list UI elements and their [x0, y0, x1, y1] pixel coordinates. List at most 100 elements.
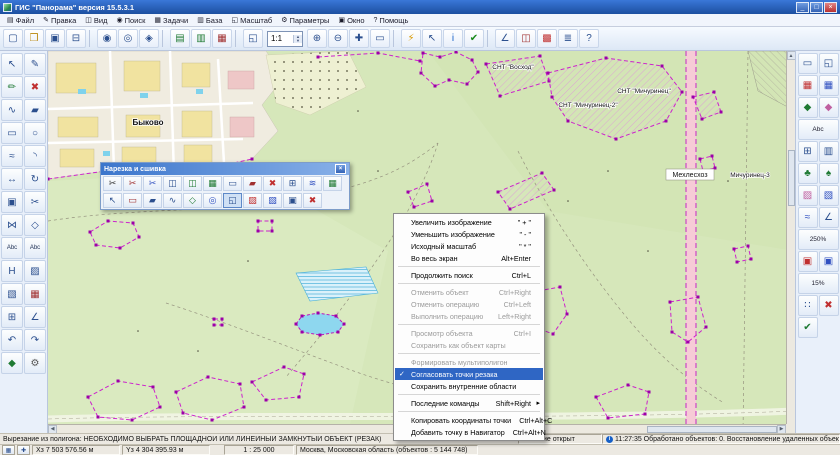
zoom-rect-tool[interactable]: ◱	[819, 53, 839, 74]
hatch-tool[interactable]: ▨	[24, 260, 46, 282]
fill-tool[interactable]: ▧	[1, 283, 23, 305]
cut-object-tool[interactable]: ✂	[24, 191, 46, 213]
redo-tool[interactable]: ↷	[24, 329, 46, 351]
menu-item-save-as-map-object[interactable]: Сохранить как объект карты	[395, 339, 543, 351]
poly-cutter-tool[interactable]: ▰	[143, 193, 162, 208]
stitch-all-tool[interactable]: ▦	[203, 176, 222, 191]
cut-polygon-tool[interactable]: ✂	[103, 176, 122, 191]
toolbar-button[interactable]	[162, 30, 167, 47]
move-object-tool[interactable]: ↔	[1, 168, 23, 190]
menu-item-continue-search[interactable]: Продолжить поискCtrl+L	[395, 269, 543, 281]
menu-params[interactable]: ⚙ Параметры	[277, 15, 333, 26]
text-label-tool[interactable]: Abc	[1, 237, 23, 259]
merge-sheets-tool[interactable]: ⊞	[283, 176, 302, 191]
red-grid-tool[interactable]: ▦	[798, 75, 818, 96]
chart-icon[interactable]: ◫	[516, 29, 536, 48]
object-info-icon[interactable]: i	[443, 29, 463, 48]
cut-stitch-panel-titlebar[interactable]: Нарезка и сшивка ×	[101, 163, 349, 175]
menu-item-keep-inner-areas[interactable]: Сохранить внутренние области	[395, 380, 543, 392]
find-area-icon[interactable]: ◎	[118, 29, 138, 48]
cut-line-tool[interactable]: ✂	[123, 176, 142, 191]
menu-item-execute-operation[interactable]: Выполнить операциюLeft+Right	[395, 310, 543, 322]
buffer-cutter-tool[interactable]: ◎	[203, 193, 222, 208]
zoom-window-icon[interactable]: ◱	[243, 29, 263, 48]
stitch-sheets-tool[interactable]: ◫	[183, 176, 202, 191]
pink-diamond-tool[interactable]: ◆	[819, 97, 839, 118]
angle-tool[interactable]: ∠	[819, 207, 839, 228]
blue-grid-tool[interactable]: ▦	[819, 75, 839, 96]
map-contents-icon[interactable]: ▤	[170, 29, 190, 48]
horizontal-text-tool[interactable]: H	[1, 260, 23, 282]
create-object-tool[interactable]: ✏	[1, 76, 23, 98]
delete-part-tool[interactable]: ✖	[263, 176, 282, 191]
menu-edit[interactable]: ✎ Правка	[39, 15, 80, 26]
menu-item-view-object[interactable]: Просмотр объектаCtrl+I	[395, 327, 543, 339]
zoom-15-button[interactable]: 15%	[798, 273, 839, 294]
select-mode-icon[interactable]: ↖	[422, 29, 442, 48]
spin-down-icon[interactable]: ▼	[294, 39, 302, 43]
menu-item-zoom-out[interactable]: Уменьшить изображение" - "	[395, 228, 543, 240]
map-vertical-scrollbar[interactable]: ▲	[786, 51, 795, 424]
accept-icon[interactable]: ✔	[464, 29, 484, 48]
select-cutter-tool[interactable]: ↖	[103, 193, 122, 208]
menu-file[interactable]: ▤ Файл	[3, 15, 38, 26]
zoom-250-button[interactable]: 250%	[798, 229, 839, 250]
new-map-icon[interactable]: ▢	[3, 29, 23, 48]
edit-point-tool[interactable]: ✎	[24, 53, 46, 75]
entire-map-icon[interactable]: ▭	[370, 29, 390, 48]
toolbar-button[interactable]	[393, 30, 398, 47]
circle-tool[interactable]: ○	[24, 122, 46, 144]
save-map-icon[interactable]: ▣	[45, 29, 65, 48]
sheet-table-tool[interactable]: ▦	[323, 176, 342, 191]
menu-search[interactable]: ◉ Поиск	[113, 15, 150, 26]
hatch-pink-tool[interactable]: ▨	[798, 185, 818, 206]
toolbar-button[interactable]	[89, 30, 94, 47]
delete-object-tool[interactable]: ✖	[24, 76, 46, 98]
menu-item-original-scale[interactable]: Исходный масштаб" * "	[395, 240, 543, 252]
join-objects-tool[interactable]: ⋈	[1, 214, 23, 236]
cut-sheet-tool[interactable]: ◫	[163, 176, 182, 191]
run-task-icon[interactable]: ⚡	[401, 29, 421, 48]
layers-icon[interactable]: ▥	[191, 29, 211, 48]
database-icon[interactable]: ≣	[558, 29, 578, 48]
toolbar-button[interactable]	[487, 30, 492, 47]
selected-pond[interactable]	[296, 313, 344, 335]
bars-tool[interactable]: ▥	[819, 141, 839, 162]
scale-input[interactable]: 1:1 ▲ ▼	[267, 31, 303, 47]
map-view-button[interactable]: ▦	[2, 445, 15, 455]
menu-item-align-cutter-points[interactable]: ✓Согласовать точки резака	[395, 368, 543, 380]
erase-inside-tool[interactable]: ▧	[263, 193, 282, 208]
vertical-scroll-thumb[interactable]	[788, 150, 795, 206]
menu-tasks[interactable]: ▦ Задачи	[150, 15, 192, 26]
menu-window[interactable]: ▣ Окно	[334, 15, 368, 26]
horizontal-scroll-thumb[interactable]	[647, 426, 777, 433]
menu-help[interactable]: ? Помощь	[370, 15, 413, 26]
help-icon[interactable]: ?	[579, 29, 599, 48]
square-blue-tool[interactable]: ▣	[819, 251, 839, 272]
maximize-button[interactable]: □	[810, 2, 823, 13]
crop-map-tool[interactable]: ◱	[223, 193, 242, 208]
polygon-tool[interactable]: ▰	[24, 99, 46, 121]
search-text-icon[interactable]: ◈	[139, 29, 159, 48]
polyline-tool[interactable]: ∿	[1, 99, 23, 121]
erase-outside-tool[interactable]: ▨	[243, 193, 262, 208]
menu-view[interactable]: ◫ Вид	[81, 15, 111, 26]
palette-icon[interactable]: ▩	[537, 29, 557, 48]
green-diamond-tool[interactable]: ◆	[798, 97, 818, 118]
map-scale[interactable]: 1 : 25 000	[224, 445, 294, 455]
cut-by-frame-tool[interactable]: ▭	[223, 176, 242, 191]
measure-length-tool[interactable]: ∠	[24, 306, 46, 328]
cross-tool[interactable]: ✖	[819, 295, 839, 316]
cut-frame-tool[interactable]: ✂	[143, 176, 162, 191]
print-icon[interactable]: ⊟	[66, 29, 86, 48]
object-cutter-tool[interactable]: ◇	[183, 193, 202, 208]
cut-by-object-tool[interactable]: ▰	[243, 176, 262, 191]
bush-tool[interactable]: ♠	[819, 163, 839, 184]
macros-tool[interactable]: ◆	[1, 352, 23, 374]
tree-tool[interactable]: ♣	[798, 163, 818, 184]
undo-tool[interactable]: ↶	[1, 329, 23, 351]
menu-item-cancel-object[interactable]: Отменить объектCtrl+Right	[395, 286, 543, 298]
line-cutter-tool[interactable]: ∿	[163, 193, 182, 208]
close-task-tool[interactable]: ✖	[303, 193, 322, 208]
find-object-icon[interactable]: ◉	[97, 29, 117, 48]
